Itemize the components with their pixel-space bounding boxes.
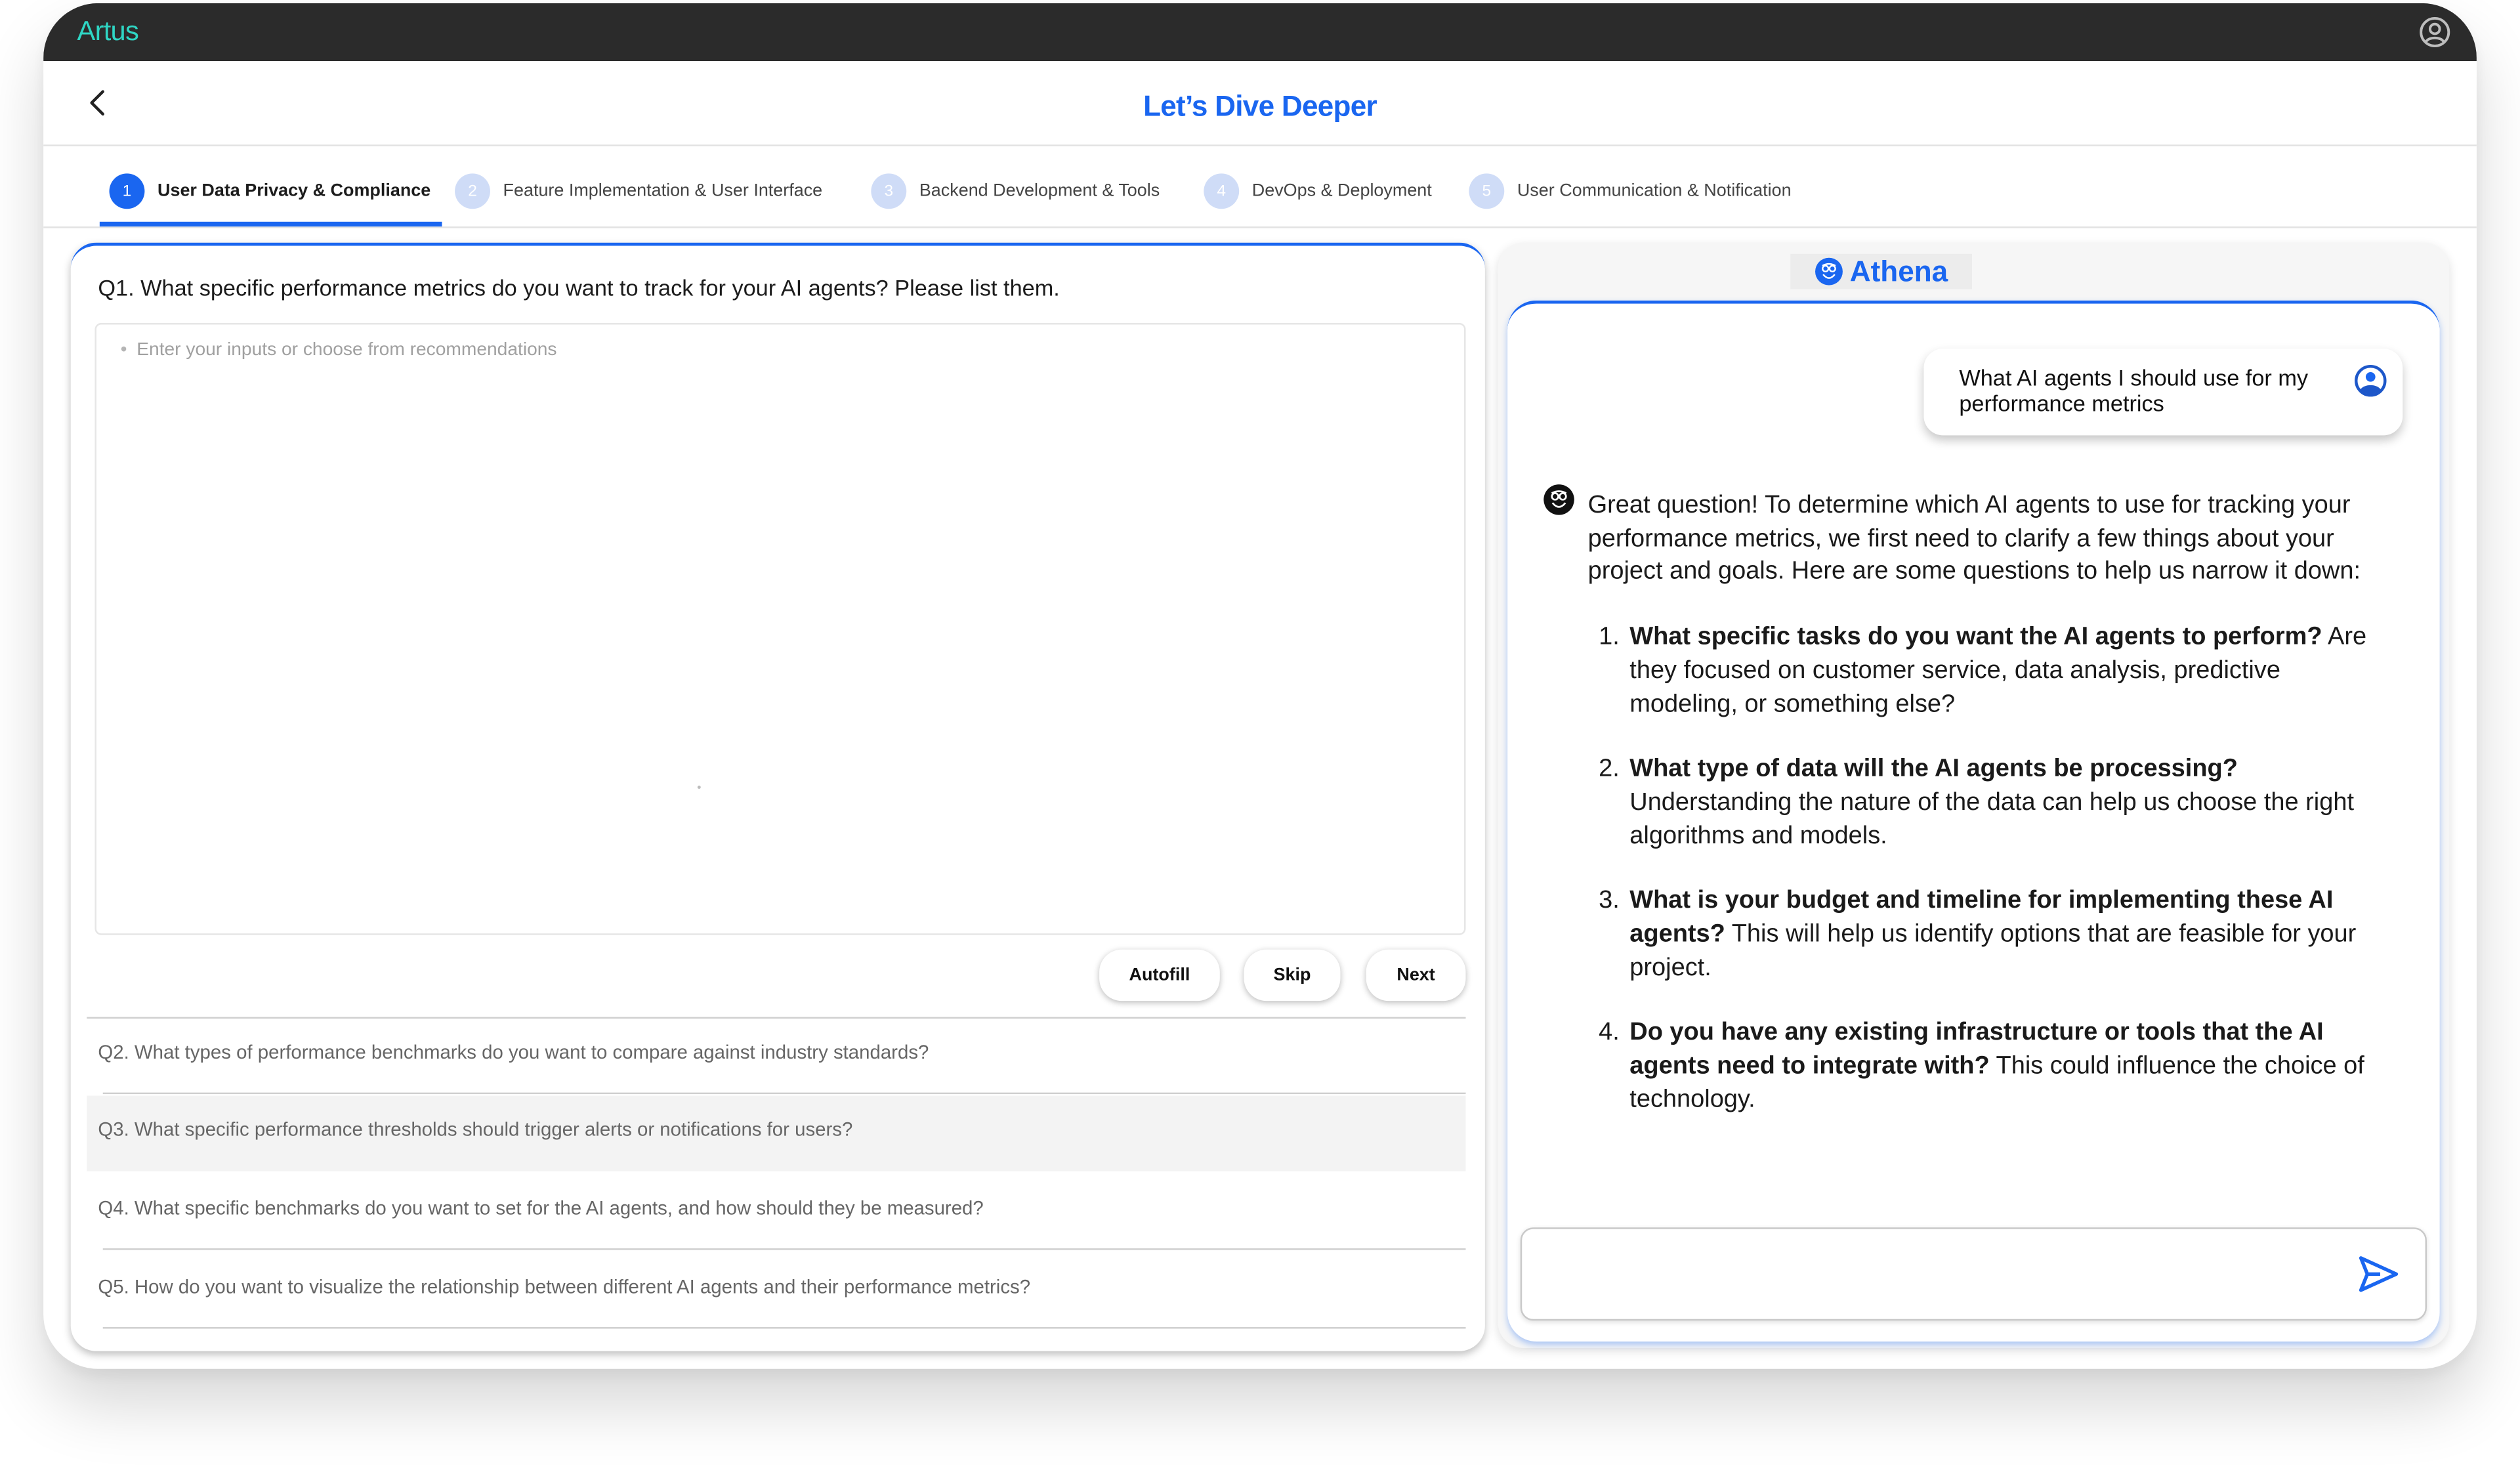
step-2[interactable]: 2 Feature Implementation & User Interfac… bbox=[455, 173, 822, 209]
assistant-message: Great question! To determine which AI ag… bbox=[1588, 490, 2376, 1150]
chat-card: What AI agents I should use for my perfo… bbox=[1507, 300, 2440, 1342]
answer-input[interactable]: Enter your inputs or choose from recomme… bbox=[94, 323, 1466, 935]
step-label: User Data Privacy & Compliance bbox=[158, 181, 431, 201]
step-5[interactable]: 5 User Communication & Notification bbox=[1469, 173, 1792, 209]
question-item-q3[interactable]: Q3. What specific performance thresholds… bbox=[87, 1095, 1466, 1172]
owl-icon bbox=[1815, 257, 1843, 285]
answer-placeholder: Enter your inputs or choose from recomme… bbox=[121, 341, 556, 360]
assistant-panel: Athena What AI agents I should use for m… bbox=[1498, 242, 2450, 1348]
assistant-question-list: What specific tasks do you want the AI a… bbox=[1588, 622, 2376, 1118]
step-number: 2 bbox=[455, 173, 490, 209]
step-number: 3 bbox=[871, 173, 907, 209]
step-4[interactable]: 4 DevOps & Deployment bbox=[1204, 173, 1432, 209]
question-label: Q5. How do you want to visualize the rel… bbox=[98, 1275, 1031, 1298]
user-message: What AI agents I should use for my perfo… bbox=[1923, 348, 2403, 436]
step-label: Backend Development & Tools bbox=[919, 181, 1160, 201]
question-label: Q2. What types of performance benchmarks… bbox=[98, 1041, 929, 1064]
cursor-dot bbox=[697, 786, 701, 789]
top-bar: Artus bbox=[43, 3, 2477, 62]
send-icon[interactable] bbox=[2358, 1255, 2400, 1294]
autofill-button[interactable]: Autofill bbox=[1099, 949, 1220, 1002]
item-heading: What specific tasks do you want the AI a… bbox=[1629, 623, 2322, 651]
chat-input-box[interactable] bbox=[1520, 1227, 2427, 1321]
page-header: Let’s Dive Deeper bbox=[43, 61, 2477, 146]
step-3[interactable]: 3 Backend Development & Tools bbox=[871, 173, 1160, 209]
questions-panel: Q1. What specific performance metrics do… bbox=[70, 242, 1485, 1351]
current-question: Q1. What specific performance metrics do… bbox=[98, 274, 1060, 301]
question-item-q4[interactable]: Q4. What specific benchmarks do you want… bbox=[87, 1174, 1466, 1250]
question-label: Q3. What specific performance thresholds… bbox=[98, 1118, 853, 1141]
chat-input[interactable] bbox=[1541, 1245, 2336, 1303]
user-circle-icon[interactable] bbox=[2419, 16, 2451, 48]
assistant-tab[interactable]: Athena bbox=[1790, 253, 1972, 289]
active-step-indicator bbox=[99, 221, 442, 227]
assistant-name: Athena bbox=[1849, 255, 1948, 287]
user-message-text: What AI agents I should use for my perfo… bbox=[1959, 364, 2309, 417]
item-heading: What type of data will the AI agents be … bbox=[1629, 755, 2238, 783]
question-label: Q4. What specific benchmarks do you want… bbox=[98, 1196, 984, 1220]
assistant-intro: Great question! To determine which AI ag… bbox=[1587, 492, 2361, 586]
assistant-list-item: What specific tasks do you want the AI a… bbox=[1626, 622, 2375, 722]
step-label: Feature Implementation & User Interface bbox=[503, 181, 823, 201]
next-button[interactable]: Next bbox=[1366, 949, 1466, 1002]
step-label: DevOps & Deployment bbox=[1251, 181, 1432, 201]
question-item-q5[interactable]: Q5. How do you want to visualize the rel… bbox=[87, 1253, 1466, 1329]
app-window: Artus Let’s Dive Deeper 1 User Data Priv… bbox=[43, 3, 2477, 1369]
step-label: User Communication & Notification bbox=[1517, 181, 1792, 201]
assistant-list-item: What is your budget and timeline for imp… bbox=[1626, 886, 2375, 986]
item-text: This will help us identify options that … bbox=[1629, 920, 2357, 982]
step-number: 4 bbox=[1204, 173, 1240, 209]
user-avatar-icon bbox=[2355, 364, 2387, 397]
step-1[interactable]: 1 User Data Privacy & Compliance bbox=[109, 173, 431, 209]
page-title: Let’s Dive Deeper bbox=[1143, 90, 1377, 123]
stage: Artus Let’s Dive Deeper 1 User Data Priv… bbox=[0, 0, 2520, 1478]
step-number: 5 bbox=[1469, 173, 1505, 209]
skip-button[interactable]: Skip bbox=[1244, 949, 1341, 1002]
step-number: 1 bbox=[109, 173, 145, 209]
assistant-list-item: What type of data will the AI agents be … bbox=[1626, 754, 2375, 854]
stepper: 1 User Data Privacy & Compliance 2 Featu… bbox=[43, 146, 2477, 228]
question-item-q2[interactable]: Q2. What types of performance benchmarks… bbox=[87, 1019, 1466, 1095]
app-logo[interactable]: Artus bbox=[77, 16, 139, 48]
assistant-list-item: Do you have any existing infrastructure … bbox=[1626, 1018, 2375, 1118]
assistant-avatar-icon bbox=[1544, 484, 1574, 515]
item-text: Understanding the nature of the data can… bbox=[1629, 788, 2355, 850]
